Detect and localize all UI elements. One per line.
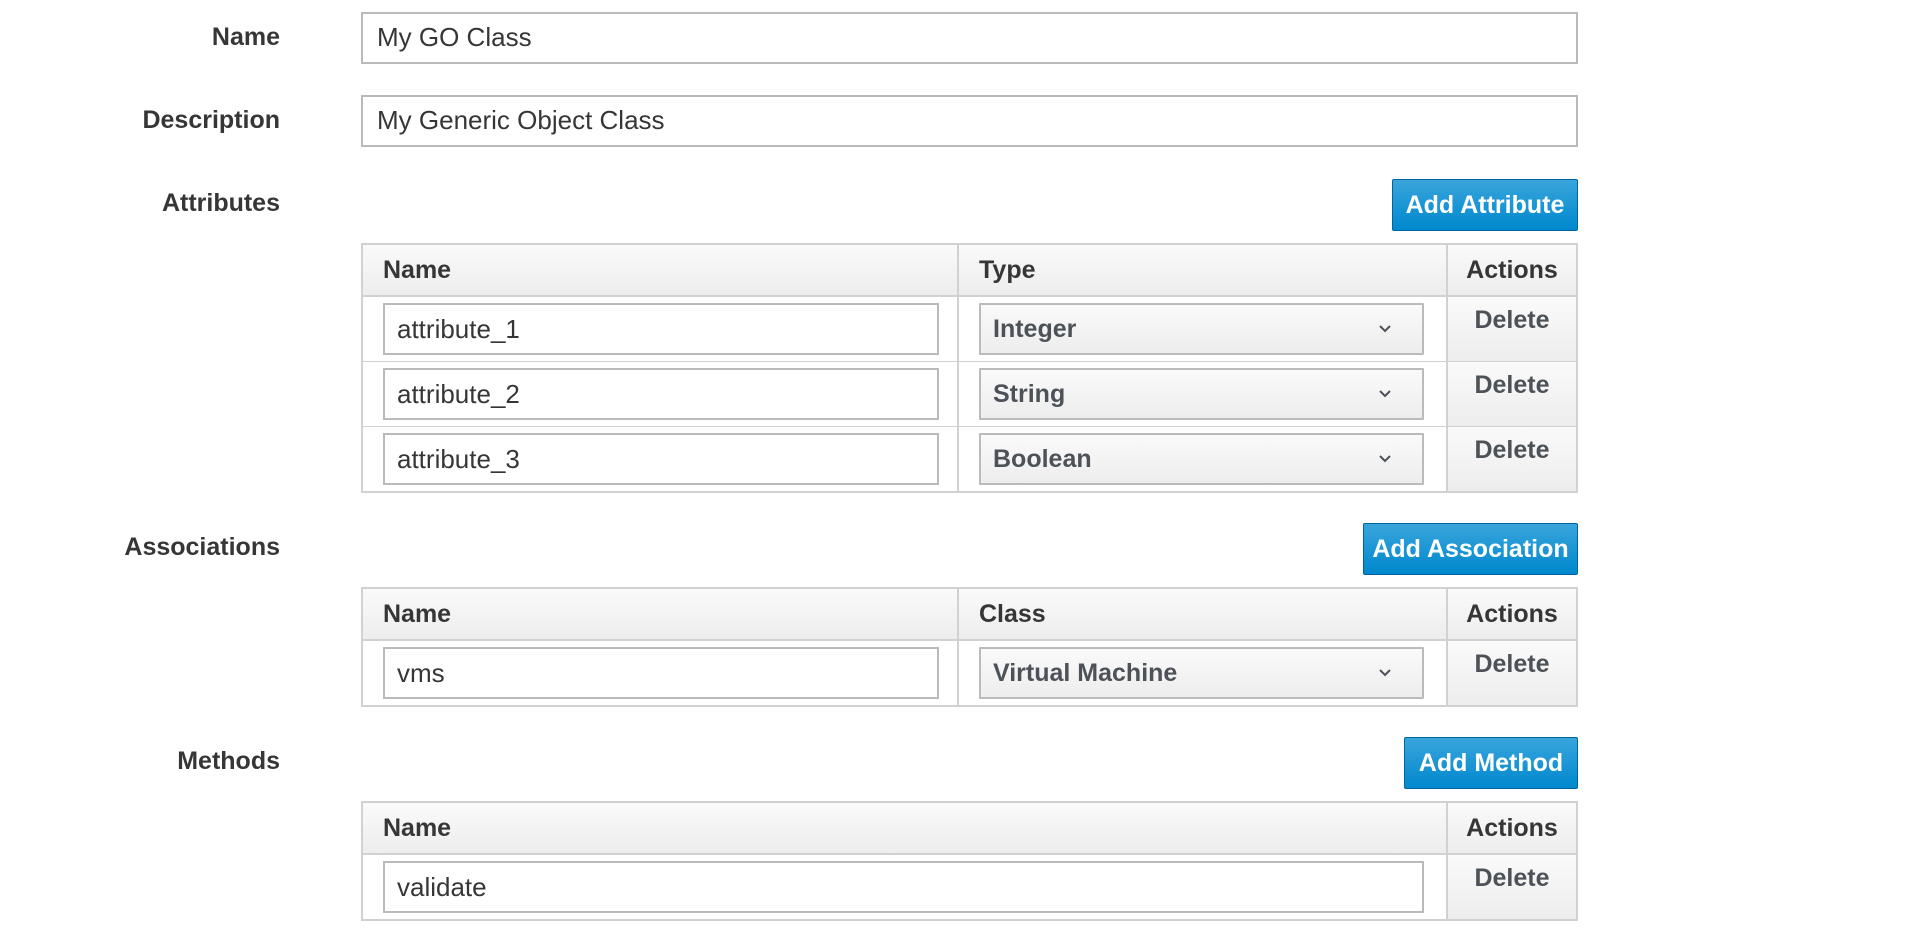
actions-cell: Delete	[1448, 641, 1576, 705]
chevron-down-icon	[1379, 669, 1391, 677]
table-row: attribute_1 Integer Delete	[363, 297, 1576, 362]
attributes-table: Name Type Actions attribute_1 Integer De…	[361, 243, 1578, 493]
name-row: Name My GO Class	[0, 0, 1908, 80]
column-header-actions: Actions	[1448, 803, 1576, 853]
associations-table-header: Name Class Actions	[363, 589, 1576, 641]
attribute-name-input[interactable]: attribute_1	[383, 303, 939, 355]
description-label: Description	[142, 106, 280, 134]
column-header-class: Class	[959, 589, 1448, 639]
add-attribute-button[interactable]: Add Attribute	[1392, 179, 1578, 231]
class-cell: Virtual Machine	[959, 641, 1448, 705]
attribute-type-select[interactable]: Integer	[979, 303, 1424, 355]
method-name-input[interactable]: validate	[383, 861, 1424, 913]
attribute-name-input[interactable]: attribute_3	[383, 433, 939, 485]
delete-button[interactable]: Delete	[1448, 863, 1576, 893]
delete-button[interactable]: Delete	[1448, 649, 1576, 679]
methods-table: Name Actions validate Delete	[361, 801, 1578, 921]
add-method-button[interactable]: Add Method	[1404, 737, 1578, 789]
methods-table-header: Name Actions	[363, 803, 1576, 855]
actions-cell: Delete	[1448, 855, 1576, 919]
actions-cell: Delete	[1448, 362, 1576, 426]
name-input[interactable]: My GO Class	[361, 12, 1578, 64]
column-header-name: Name	[363, 589, 959, 639]
name-cell: attribute_2	[363, 362, 959, 426]
description-row: Description My Generic Object Class	[0, 83, 1908, 163]
type-cell: String	[959, 362, 1448, 426]
name-cell: attribute_3	[363, 427, 959, 491]
attributes-label: Attributes	[161, 189, 280, 217]
column-header-name: Name	[363, 245, 959, 295]
attribute-name-input[interactable]: attribute_2	[383, 368, 939, 420]
type-cell: Integer	[959, 297, 1448, 361]
attribute-type-select[interactable]: Boolean	[979, 433, 1424, 485]
column-header-actions: Actions	[1448, 245, 1576, 295]
table-row: validate Delete	[363, 855, 1576, 920]
delete-button[interactable]: Delete	[1448, 305, 1576, 335]
name-label: Name	[211, 23, 280, 51]
actions-cell: Delete	[1448, 297, 1576, 361]
attributes-table-header: Name Type Actions	[363, 245, 1576, 297]
chevron-down-icon	[1379, 455, 1391, 463]
add-association-button[interactable]: Add Association	[1363, 523, 1578, 575]
delete-button[interactable]: Delete	[1448, 435, 1576, 465]
name-cell: validate	[363, 855, 1448, 919]
association-name-input[interactable]: vms	[383, 647, 939, 699]
actions-cell: Delete	[1448, 427, 1576, 491]
associations-label: Associations	[124, 533, 280, 561]
association-class-select[interactable]: Virtual Machine	[979, 647, 1424, 699]
column-header-actions: Actions	[1448, 589, 1576, 639]
attribute-type-select[interactable]: String	[979, 368, 1424, 420]
delete-button[interactable]: Delete	[1448, 370, 1576, 400]
description-input[interactable]: My Generic Object Class	[361, 95, 1578, 147]
chevron-down-icon	[1379, 390, 1391, 398]
associations-table: Name Class Actions vms Virtual Machine D…	[361, 587, 1578, 707]
type-cell: Boolean	[959, 427, 1448, 491]
methods-header-row: Methods Add Method	[0, 724, 1908, 804]
column-header-name: Name	[363, 803, 1448, 853]
name-cell: attribute_1	[363, 297, 959, 361]
name-cell: vms	[363, 641, 959, 705]
generic-object-class-form: Name My GO Class Description My Generic …	[0, 0, 1908, 930]
table-row: attribute_2 String Delete	[363, 362, 1576, 427]
attributes-header-row: Attributes Add Attribute	[0, 166, 1908, 246]
associations-header-row: Associations Add Association	[0, 510, 1908, 590]
table-row: vms Virtual Machine Delete	[363, 641, 1576, 706]
chevron-down-icon	[1379, 325, 1391, 333]
methods-label: Methods	[177, 747, 280, 775]
column-header-type: Type	[959, 245, 1448, 295]
table-row: attribute_3 Boolean Delete	[363, 427, 1576, 492]
